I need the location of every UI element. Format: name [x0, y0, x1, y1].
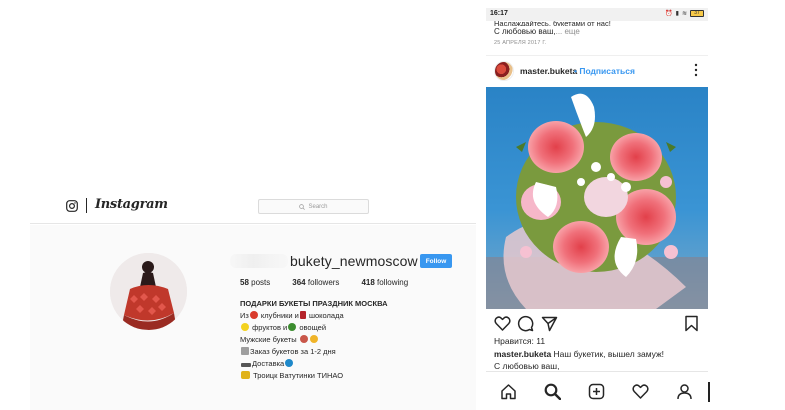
- strawberry-icon: [249, 311, 258, 319]
- calendar-icon: [241, 347, 249, 355]
- search-icon: [299, 203, 306, 210]
- blurred-region: [230, 254, 288, 268]
- alarm-icon: ⏰: [665, 11, 673, 17]
- post-header: master.buketa • Подписаться: [486, 61, 708, 83]
- explore-icon[interactable]: [544, 383, 561, 400]
- status-bar: 16:17 ⏰ ▮ ≋ 37: [486, 8, 708, 21]
- bio-line: Из клубники и шоколада: [240, 311, 344, 320]
- subscribe-button[interactable]: • Подписаться: [574, 66, 635, 76]
- meat-icon: [299, 335, 308, 343]
- stat-followers[interactable]: 364 followers: [292, 278, 339, 287]
- mobile-post-screen: 16:17 ⏰ ▮ ≋ 37 Наслаждайтесь, букетами о…: [486, 8, 708, 410]
- more-link[interactable]: ... еще: [556, 27, 580, 36]
- caption-username[interactable]: master.buketa: [494, 349, 551, 359]
- post-username[interactable]: master.buketa: [520, 66, 577, 76]
- camera-icon[interactable]: [66, 200, 78, 212]
- profile-icon[interactable]: [676, 383, 693, 400]
- instagram-logo[interactable]: Instagram: [95, 197, 168, 212]
- profile-bio: ПОДАРКИ БУКЕТЫ ПРАЗДНИК МОСКВА Из клубни…: [240, 298, 388, 382]
- desktop-profile: Instagram Search bukety_newmoscow Follow…: [30, 190, 476, 410]
- broccoli-icon: [288, 323, 297, 331]
- brand-separator: [86, 198, 87, 213]
- search-input[interactable]: Search: [258, 199, 369, 214]
- add-icon[interactable]: [588, 383, 605, 400]
- bookmark-icon[interactable]: [683, 315, 700, 332]
- post-photo-bouquet[interactable]: [486, 87, 708, 309]
- delivery-icon: [241, 363, 251, 367]
- bio-line: Троицк Ватутинки ТИНАО: [240, 370, 388, 382]
- profile-username: bukety_newmoscow: [290, 253, 418, 269]
- chocolate-icon: [299, 311, 306, 319]
- follow-button[interactable]: Follow: [420, 254, 452, 268]
- previous-caption-clipped: Наслаждайтесь, букетами от нас!: [494, 21, 611, 26]
- more-icon[interactable]: [694, 63, 698, 77]
- post-avatar[interactable]: [494, 61, 514, 81]
- screenshot-collage: Instagram Search bukety_newmoscow Follow…: [0, 0, 785, 410]
- lemon-icon: [241, 323, 249, 331]
- bio-line: фруктов и овощей: [240, 322, 388, 334]
- profile-section: bukety_newmoscow Follow 58 posts 364 fol…: [30, 225, 476, 410]
- globe-icon: [285, 359, 294, 367]
- post-actions: [486, 313, 708, 335]
- top-navigation: Instagram Search: [30, 190, 476, 224]
- stat-posts[interactable]: 58 posts: [240, 278, 270, 287]
- share-icon[interactable]: [541, 315, 558, 332]
- previous-caption[interactable]: С любовью ваш,... еще: [494, 27, 580, 36]
- taxi-icon: [241, 371, 250, 379]
- wifi-icon: ≋: [681, 11, 687, 17]
- bio-title: ПОДАРКИ БУКЕТЫ ПРАЗДНИК МОСКВА: [240, 299, 388, 308]
- bottom-navigation: [486, 371, 708, 410]
- bio-line: Доставка: [240, 358, 388, 370]
- username-row: bukety_newmoscow: [230, 253, 418, 269]
- bio-line: Заказ букетов за 1-2 дня: [240, 346, 388, 358]
- avatar[interactable]: [110, 253, 187, 330]
- stat-following[interactable]: 418 following: [361, 278, 408, 287]
- status-time: 16:17: [490, 10, 508, 17]
- signal-icon: ▮: [675, 11, 679, 17]
- home-icon[interactable]: [500, 383, 517, 400]
- battery-icon: 37: [690, 10, 704, 17]
- divider: [708, 382, 710, 402]
- beer-icon: [309, 335, 318, 343]
- previous-post-date: 25 АПРЕЛЯ 2017 Г.: [494, 40, 547, 46]
- bio-line: Мужские букеты: [240, 334, 388, 346]
- comment-icon[interactable]: [517, 315, 534, 332]
- heart-icon[interactable]: [494, 315, 511, 332]
- profile-stats: 58 posts 364 followers 418 following: [240, 278, 408, 287]
- status-icons: ⏰ ▮ ≋ 37: [665, 10, 704, 17]
- activity-icon[interactable]: [632, 383, 649, 400]
- divider: [486, 55, 708, 56]
- search-placeholder: Search: [308, 203, 328, 210]
- post-caption-line2: С любовью ваш,: [494, 361, 560, 371]
- post-caption: master.buketa Наш букетик, вышел замуж!: [494, 349, 665, 359]
- likes-count[interactable]: Нравится: 11: [494, 336, 545, 346]
